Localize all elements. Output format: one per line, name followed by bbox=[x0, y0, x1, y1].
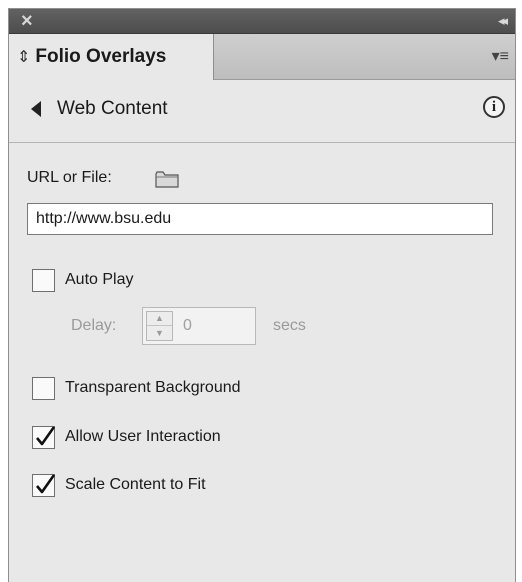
up-down-arrows-icon: ⇕ bbox=[17, 49, 31, 66]
tab-folio-overlays[interactable]: ⇕ Folio Overlays bbox=[9, 34, 214, 80]
delay-unit: secs bbox=[273, 317, 306, 334]
web-content-settings: URL or File: Auto Play Delay: ▲ ▼ 0 bbox=[9, 143, 515, 582]
transparent-background-checkbox[interactable] bbox=[32, 376, 55, 400]
scale-content-to-fit-checkbox[interactable] bbox=[32, 473, 56, 497]
checkmark-icon bbox=[36, 425, 56, 445]
allow-user-interaction-checkbox[interactable] bbox=[32, 425, 56, 449]
transparent-background-label: Transparent Background bbox=[65, 379, 241, 396]
folder-icon[interactable] bbox=[155, 171, 179, 188]
panel-titlebar[interactable]: × ◂◂ bbox=[9, 9, 515, 34]
info-icon[interactable]: i bbox=[483, 96, 505, 118]
stepper-arrows[interactable]: ▲ ▼ bbox=[146, 311, 173, 341]
double-chevron-right-icon[interactable]: ◂◂ bbox=[498, 11, 508, 31]
stepper-up-icon[interactable]: ▲ bbox=[147, 312, 172, 326]
allow-user-interaction-label: Allow User Interaction bbox=[65, 428, 221, 445]
url-label: URL or File: bbox=[27, 169, 112, 186]
transparent-background-row[interactable]: Transparent Background bbox=[32, 375, 241, 401]
folio-overlays-panel: × ◂◂ ⇕ Folio Overlays ▾≡ Web Content i U… bbox=[0, 0, 522, 582]
tab-label: Folio Overlays bbox=[35, 46, 167, 67]
checkmark-icon bbox=[36, 473, 56, 493]
back-triangle-icon[interactable] bbox=[31, 101, 41, 117]
delay-label: Delay: bbox=[71, 317, 117, 334]
overlay-type-title: Web Content bbox=[57, 98, 168, 119]
delay-value[interactable]: 0 bbox=[183, 317, 192, 335]
stepper-down-icon[interactable]: ▼ bbox=[147, 326, 172, 340]
overlay-header: Web Content i bbox=[9, 80, 515, 143]
scale-content-to-fit-row[interactable]: Scale Content to Fit bbox=[32, 472, 206, 498]
panel-menu-icon[interactable]: ▾≡ bbox=[492, 46, 509, 66]
auto-play-label: Auto Play bbox=[65, 271, 134, 288]
auto-play-row[interactable]: Auto Play bbox=[32, 267, 133, 293]
panel-tab-bar: ⇕ Folio Overlays ▾≡ bbox=[9, 34, 515, 80]
scale-content-to-fit-label: Scale Content to Fit bbox=[65, 476, 206, 493]
panel-frame: × ◂◂ ⇕ Folio Overlays ▾≡ Web Content i U… bbox=[8, 8, 516, 582]
allow-user-interaction-row[interactable]: Allow User Interaction bbox=[32, 424, 221, 450]
url-input[interactable] bbox=[27, 203, 493, 235]
delay-stepper[interactable]: ▲ ▼ 0 bbox=[142, 307, 256, 345]
close-icon[interactable]: × bbox=[21, 10, 33, 32]
auto-play-checkbox[interactable] bbox=[32, 268, 55, 292]
